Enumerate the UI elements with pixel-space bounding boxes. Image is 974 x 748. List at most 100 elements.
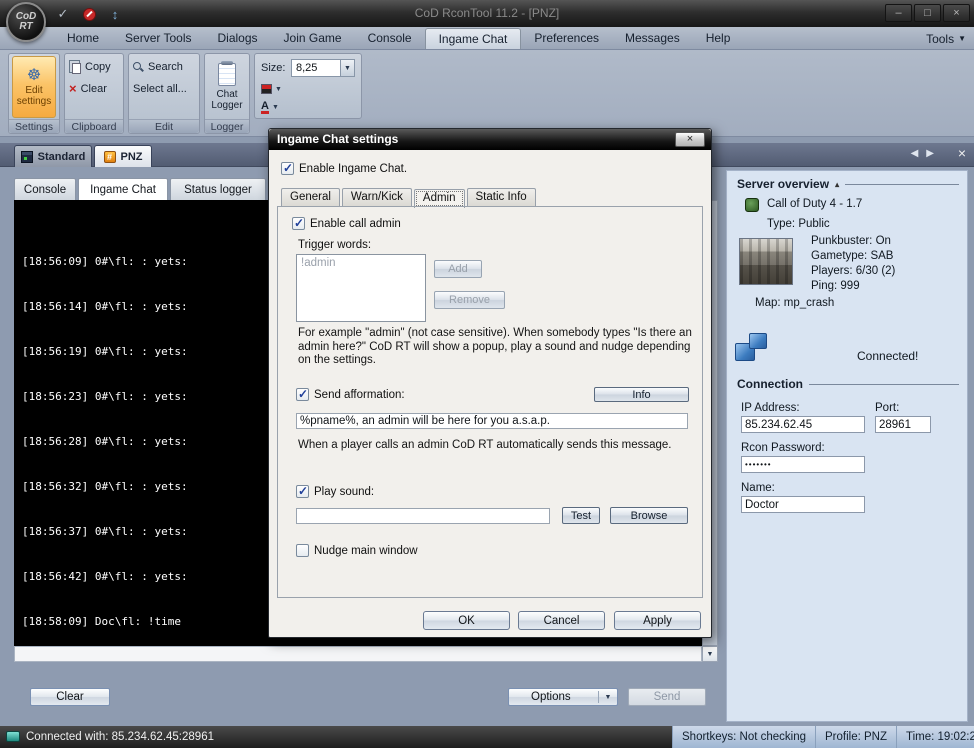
chat-tab-ingame-chat[interactable]: Ingame Chat <box>78 178 168 200</box>
tab-close-icon[interactable]: × <box>958 145 966 161</box>
nudge-main-window-checkbox[interactable]: Nudge main window <box>296 544 418 557</box>
tools-menu[interactable]: Tools ▼ <box>926 27 966 50</box>
trigger-words-listbox[interactable]: !admin <box>296 254 426 322</box>
clear-x-icon: × <box>69 81 77 96</box>
tab-dialogs[interactable]: Dialogs <box>205 27 271 49</box>
dialog-tab-warn-kick[interactable]: Warn/Kick <box>341 188 412 207</box>
map-thumbnail <box>739 238 793 285</box>
test-sound-button[interactable]: Test <box>562 507 600 524</box>
maximize-button[interactable]: □ <box>914 4 941 22</box>
text-color-dropdown[interactable]: ▼ <box>261 84 282 94</box>
play-sound-checkbox[interactable]: Play sound: <box>296 484 374 498</box>
ingame-chat-settings-dialog: Ingame Chat settings × Enable Ingame Cha… <box>268 128 712 638</box>
refresh-updown-icon[interactable]: ↕ <box>106 5 124 23</box>
tab-messages[interactable]: Messages <box>612 27 693 49</box>
ribbon-group-font: Size: 8,25 ▼ ▼ A ▼ <box>254 53 362 119</box>
tab-server-tools[interactable]: Server Tools <box>112 27 204 49</box>
profile-status: Profile: PNZ <box>815 726 896 748</box>
collapse-icon[interactable]: ▴ <box>835 180 839 189</box>
chat-tab-status-logger[interactable]: Status logger <box>170 178 266 200</box>
copy-button[interactable]: Copy <box>67 58 113 76</box>
tab-home[interactable]: Home <box>54 27 112 49</box>
edit-settings-button[interactable]: ☸ Edit settings <box>12 56 56 118</box>
chat-logger-button[interactable]: Chat Logger <box>207 56 247 118</box>
remove-trigger-button[interactable]: Remove <box>434 291 505 309</box>
name-label: Name: <box>741 482 775 494</box>
copy-icon <box>72 62 81 74</box>
group-label-settings: Settings <box>9 119 59 133</box>
browse-sound-button[interactable]: Browse <box>610 507 688 524</box>
name-field[interactable] <box>741 496 865 513</box>
dialog-tab-strip: General Warn/Kick Admin Static Info <box>281 188 538 208</box>
disconnect-icon[interactable] <box>80 5 98 23</box>
trigger-word-item[interactable]: !admin <box>301 257 421 269</box>
ribbon-group-logger: Chat Logger Logger <box>204 53 250 134</box>
checkbox-checked-icon <box>296 387 309 401</box>
cancel-button[interactable]: Cancel <box>518 611 605 630</box>
close-button[interactable]: × <box>943 4 970 22</box>
app-logo: CoD RT <box>6 2 46 42</box>
chevron-down-icon: ▼ <box>271 104 279 111</box>
punkbuster-status: Punkbuster: On <box>811 235 891 247</box>
status-right-panel: Shortkeys: Not checking Profile: PNZ Tim… <box>672 726 974 748</box>
confirm-icon[interactable]: ✓ <box>54 5 72 23</box>
chat-tab-console[interactable]: Console <box>14 178 76 200</box>
quick-access-toolbar: ✓ ↕ <box>54 5 124 23</box>
connection-status-icon <box>6 731 20 742</box>
dialog-tab-static-info[interactable]: Static Info <box>466 188 536 207</box>
search-button[interactable]: Search <box>131 58 185 76</box>
font-size-combobox[interactable]: 8,25 ▼ <box>291 59 355 77</box>
add-trigger-button[interactable]: Add <box>434 260 482 278</box>
server-tab-pnz[interactable]: # PNZ <box>94 145 152 167</box>
font-color-dropdown[interactable]: A ▼ <box>261 101 279 114</box>
rcon-password-label: Rcon Password: <box>741 442 825 454</box>
console-horizontal-scrollbar[interactable] <box>14 646 702 662</box>
port-field[interactable] <box>875 416 931 433</box>
clear-button[interactable]: × Clear <box>67 80 109 98</box>
scroll-down-icon[interactable]: ▼ <box>702 646 718 662</box>
tab-console[interactable]: Console <box>355 27 425 49</box>
chevron-down-icon[interactable]: ▼ <box>340 60 354 76</box>
minimize-button[interactable]: – <box>885 4 912 22</box>
dialog-close-icon[interactable]: × <box>675 132 705 147</box>
options-button[interactable]: Options ▼ <box>508 688 618 706</box>
gear-icon: ☸ <box>26 66 42 84</box>
enable-ingame-chat-checkbox[interactable]: Enable Ingame Chat. <box>281 161 407 175</box>
sound-file-field[interactable] <box>296 508 550 524</box>
pnz-icon: # <box>103 150 116 163</box>
trigger-words-label: Trigger words: <box>298 239 372 251</box>
send-afformation-checkbox[interactable]: Send afformation: <box>296 387 405 401</box>
tab-scroll-left-icon[interactable]: ◀ <box>911 148 919 159</box>
titlebar: CoD RconTool 11.2 - [PNZ] <box>0 0 974 27</box>
ip-label: IP Address: <box>741 402 800 414</box>
rcon-password-field[interactable] <box>741 456 865 473</box>
connection-header: Connection <box>737 377 959 391</box>
checkbox-checked-icon <box>292 216 305 230</box>
font-color-icon: A <box>261 100 269 114</box>
tab-scroll-right-icon[interactable]: ▶ <box>926 148 934 159</box>
ip-address-field[interactable] <box>741 416 865 433</box>
shortkeys-status: Shortkeys: Not checking <box>672 726 815 748</box>
connection-blocks-icon <box>735 333 775 369</box>
select-all-button[interactable]: Select all... <box>131 80 189 98</box>
server-type: Type: Public <box>767 218 830 230</box>
color-bars-icon <box>261 84 272 94</box>
clear-console-button[interactable]: Clear <box>30 688 110 706</box>
tab-preferences[interactable]: Preferences <box>521 27 612 49</box>
group-label-edit: Edit <box>129 119 199 133</box>
tab-ingame-chat[interactable]: Ingame Chat <box>424 28 522 49</box>
apply-button[interactable]: Apply <box>614 611 701 630</box>
cod4-game-icon <box>745 198 759 212</box>
search-icon <box>133 61 144 73</box>
time-status: Time: 19:02:27 <box>896 726 974 748</box>
server-tab-standard[interactable]: Standard <box>14 145 92 167</box>
afformation-message-field[interactable] <box>296 413 688 429</box>
enable-call-admin-checkbox[interactable]: Enable call admin <box>292 216 401 230</box>
dialog-tab-general[interactable]: General <box>281 188 340 207</box>
tab-help[interactable]: Help <box>693 27 744 49</box>
font-size-value: 8,25 <box>296 62 318 74</box>
tab-join-game[interactable]: Join Game <box>271 27 355 49</box>
send-button[interactable]: Send <box>628 688 706 706</box>
ok-button[interactable]: OK <box>423 611 510 630</box>
info-button[interactable]: Info <box>594 387 689 402</box>
